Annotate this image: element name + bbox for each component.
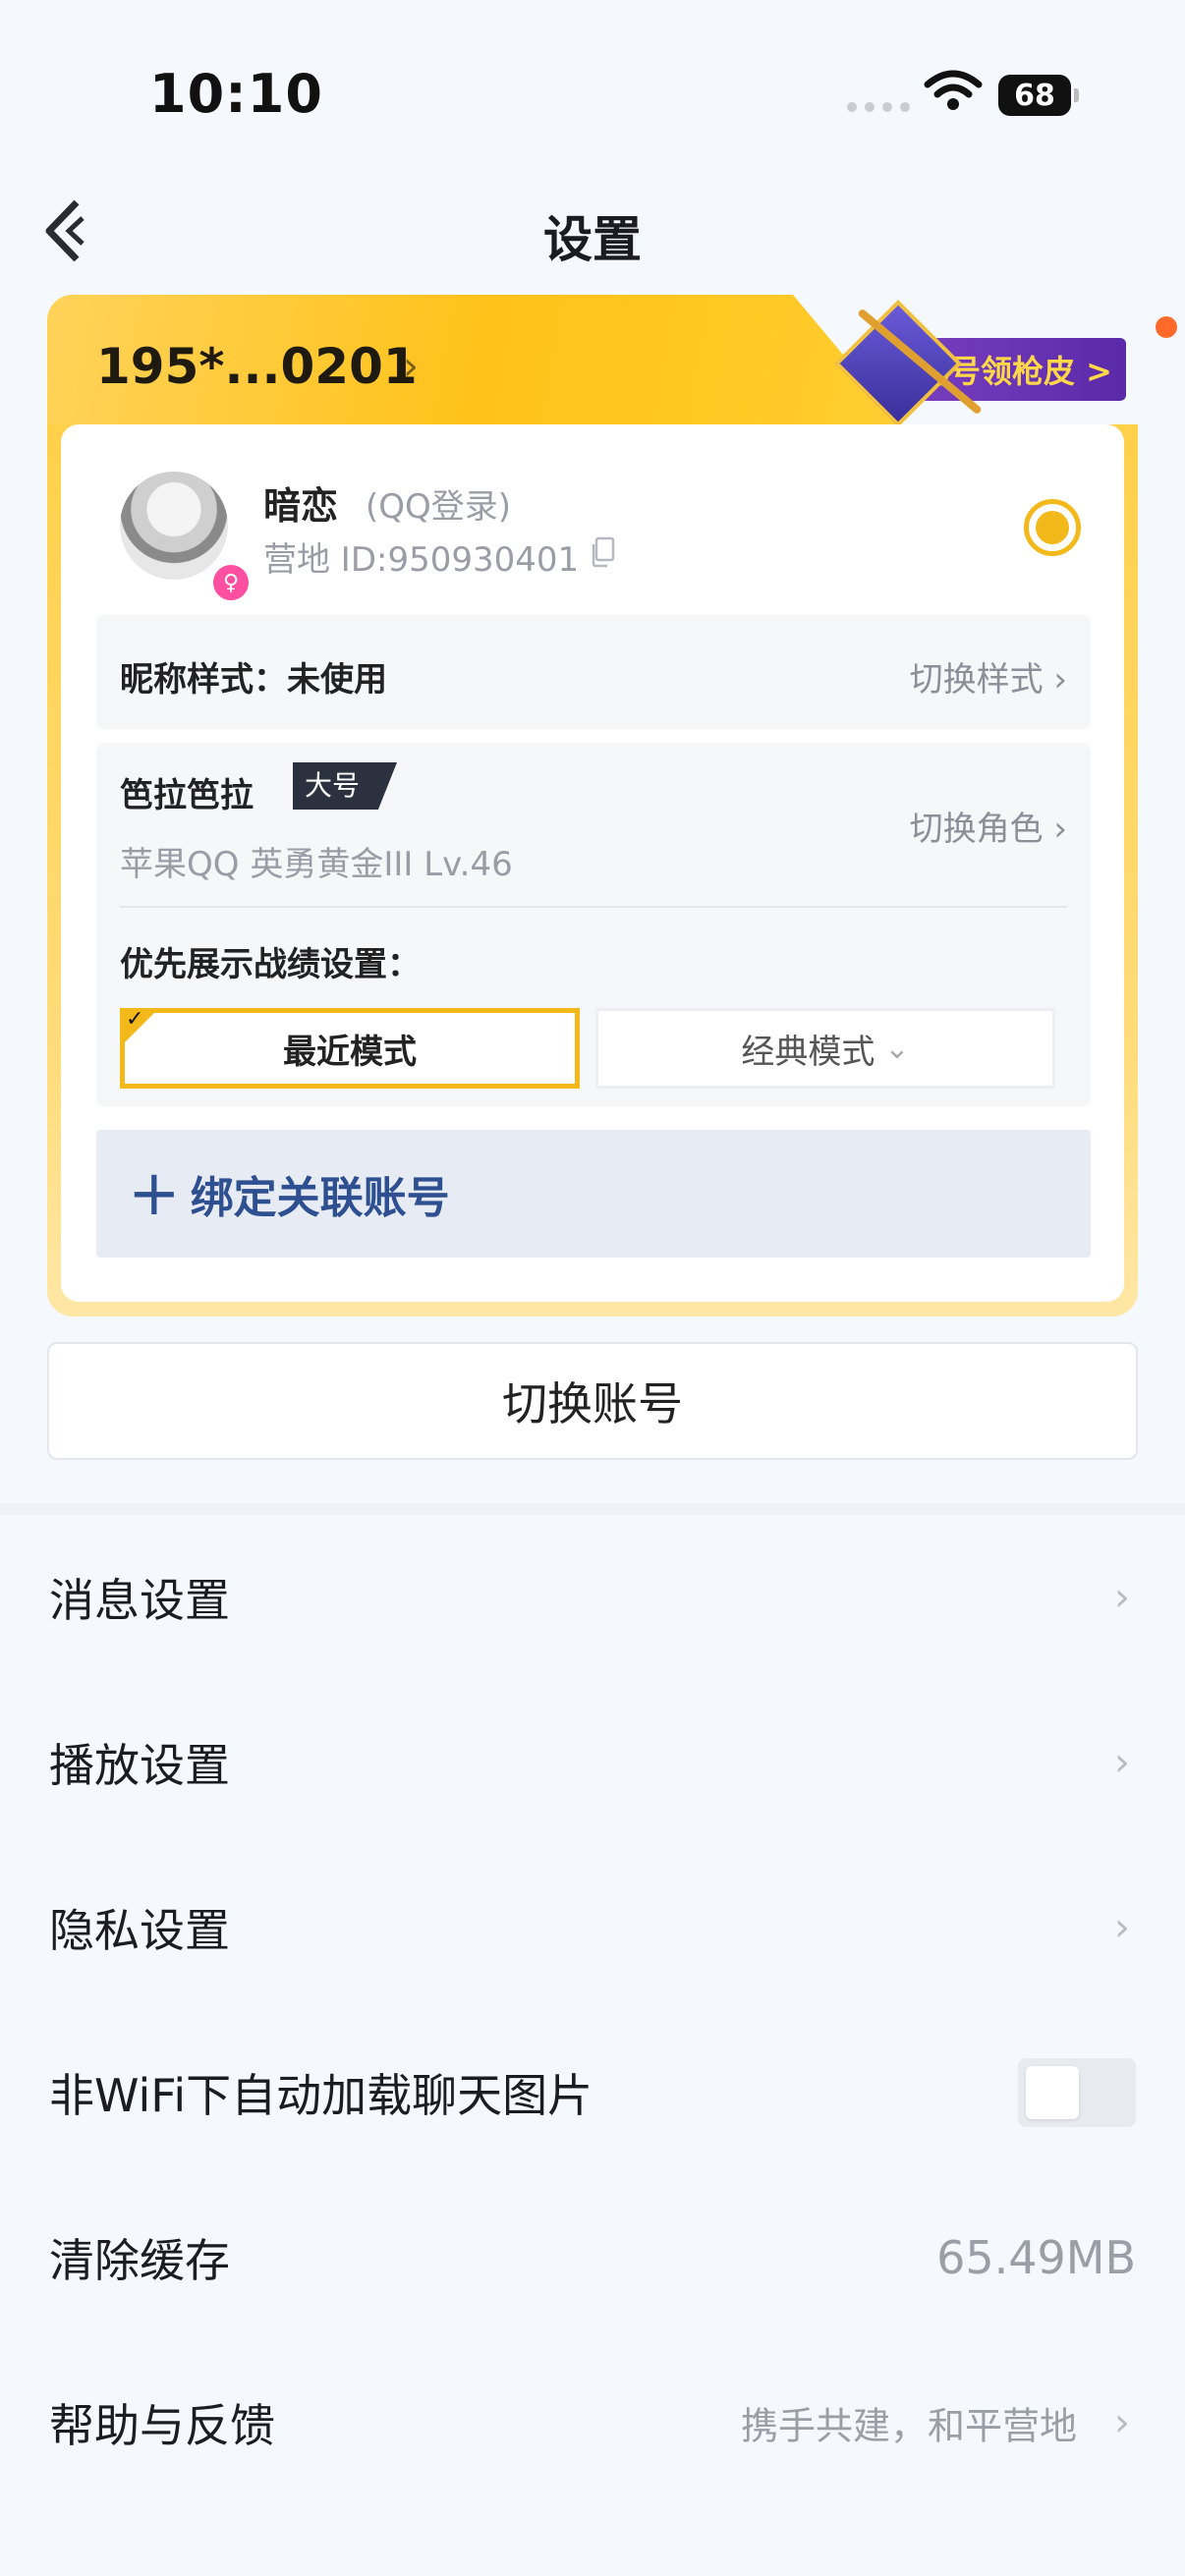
chevron-down-icon: ⌄ <box>884 1031 910 1066</box>
chevron-right-icon: › <box>1114 1740 1130 1785</box>
clear-cache-label: 清除缓存 <box>49 2234 230 2287</box>
status-bar: 10:10 68 <box>0 0 1185 187</box>
message-settings-row[interactable]: 消息设置 › <box>0 1515 1185 1680</box>
female-icon: ♀ <box>210 562 252 603</box>
role-tag: 大号 <box>293 762 398 810</box>
section-divider <box>0 1503 1185 1515</box>
bind-account-label: 绑定关联账号 <box>190 1173 450 1223</box>
role-block: 笆拉笆拉 大号 苹果QQ 英勇黄金III Lv.46 切换角色 › 优先展示战绩… <box>96 743 1091 1106</box>
help-feedback-row[interactable]: 帮助与反馈 携手共建，和平营地 › <box>0 2340 1185 2505</box>
chevron-right-icon: › <box>1053 810 1067 849</box>
divider <box>120 906 1067 908</box>
wifi-icon <box>924 70 983 110</box>
playback-settings-label: 播放设置 <box>49 1739 230 1792</box>
help-feedback-hint: 携手共建，和平营地 <box>740 2404 1077 2448</box>
mode-classic-label: 经典模式 <box>741 1032 875 1072</box>
plus-icon: + <box>128 1157 181 1230</box>
copy-icon[interactable] <box>590 536 615 568</box>
battle-display-label: 优先展示战绩设置： <box>120 945 421 984</box>
wifi-images-row: 非WiFi下自动加载聊天图片 <box>0 2010 1185 2175</box>
status-time: 10:10 <box>149 63 323 125</box>
bind-account-button[interactable]: + 绑定关联账号 <box>96 1130 1091 1258</box>
checkmark-icon: ✓ <box>126 1007 144 1032</box>
battery-icon: 68 <box>998 75 1079 116</box>
nickname-style-row[interactable]: 昵称样式：未使用 切换样式 › <box>96 615 1091 729</box>
battery-level: 68 <box>1014 78 1055 113</box>
switch-role-link[interactable]: 切换角色 › <box>910 802 1067 850</box>
chevron-right-icon: › <box>1114 2400 1130 2445</box>
login-type: (QQ登录) <box>366 487 512 527</box>
nickname: 暗恋 <box>263 484 339 528</box>
clear-cache-row[interactable]: 清除缓存 65.49MB <box>0 2175 1185 2340</box>
nickname-style-label: 昵称样式：未使用 <box>120 660 387 700</box>
mode-classic-button[interactable]: 经典模式 ⌄ <box>595 1008 1055 1089</box>
switch-account-button[interactable]: 切换账号 <box>47 1342 1138 1460</box>
notification-dot <box>1156 316 1177 338</box>
role-name: 笆拉笆拉 <box>120 776 254 815</box>
account-card-body: ♀ 暗恋 (QQ登录) 营地 ID:950930401 昵称样式：未使用 切换样… <box>47 424 1138 1316</box>
mode-recent-label: 最近模式 <box>283 1032 417 1072</box>
chevron-right-icon: › <box>403 344 419 389</box>
bind-reward-badge[interactable]: 绑号领枪皮 > <box>802 299 1177 428</box>
chevron-right-icon: › <box>1053 660 1067 700</box>
switch-style-label: 切换样式 <box>909 660 1044 700</box>
wifi-images-label: 非WiFi下自动加载聊天图片 <box>49 2069 593 2122</box>
privacy-settings-label: 隐私设置 <box>49 1904 230 1957</box>
signal-icon <box>847 102 910 112</box>
account-card: 195*...0201 › 绑号领枪皮 > ♀ 暗恋 (QQ登录) 营地 ID:… <box>47 295 1177 1316</box>
mode-recent-button[interactable]: ✓ 最近模式 <box>120 1007 580 1089</box>
avatar[interactable]: ♀ <box>120 472 252 603</box>
switch-role-label: 切换角色 <box>909 810 1044 849</box>
wifi-images-toggle[interactable] <box>1018 2058 1136 2127</box>
camp-id: 营地 ID:950930401 <box>263 540 580 580</box>
playback-settings-row[interactable]: 播放设置 › <box>0 1680 1185 1845</box>
privacy-settings-row[interactable]: 隐私设置 › <box>0 1845 1185 2010</box>
role-info: 苹果QQ 英勇黄金III Lv.46 <box>120 845 513 884</box>
account-number: 195*...0201 <box>96 338 418 395</box>
help-feedback-label: 帮助与反馈 <box>49 2399 275 2452</box>
message-settings-label: 消息设置 <box>49 1574 230 1627</box>
chevron-right-icon: › <box>1114 1905 1130 1950</box>
account-card-inner: ♀ 暗恋 (QQ登录) 营地 ID:950930401 昵称样式：未使用 切换样… <box>61 424 1124 1302</box>
account-selected-radio[interactable] <box>1024 499 1081 556</box>
chevron-right-icon: › <box>1114 1575 1130 1620</box>
cache-size: 65.49MB <box>936 2231 1136 2284</box>
switch-style-link[interactable]: 切换样式 › <box>910 652 1067 700</box>
page-title: 设置 <box>543 211 642 268</box>
